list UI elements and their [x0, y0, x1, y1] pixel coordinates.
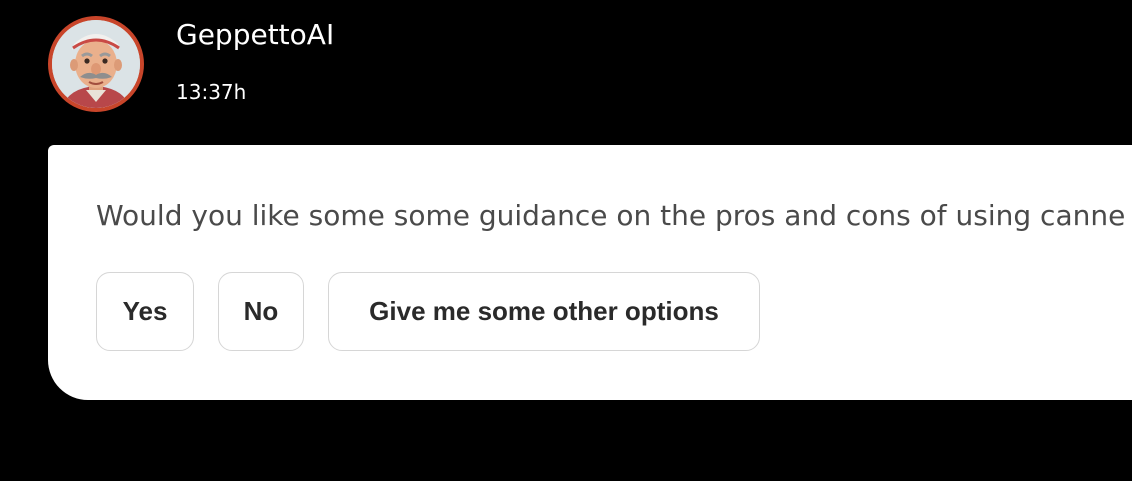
chat-screen: GeppettoAI 13:37h Would you like some so… [0, 0, 1132, 481]
no-button[interactable]: No [218, 272, 304, 351]
assistant-name: GeppettoAI [176, 18, 335, 51]
avatar [48, 16, 144, 112]
message-text: Would you like some some guidance on the… [96, 199, 1126, 232]
geppetto-avatar-icon [52, 20, 140, 108]
yes-button[interactable]: Yes [96, 272, 194, 351]
message-timestamp: 13:37h [176, 80, 247, 104]
message-card: Would you like some some guidance on the… [48, 145, 1132, 400]
other-options-button[interactable]: Give me some other options [328, 272, 760, 351]
quick-reply-options: Yes No Give me some other options [96, 272, 760, 351]
